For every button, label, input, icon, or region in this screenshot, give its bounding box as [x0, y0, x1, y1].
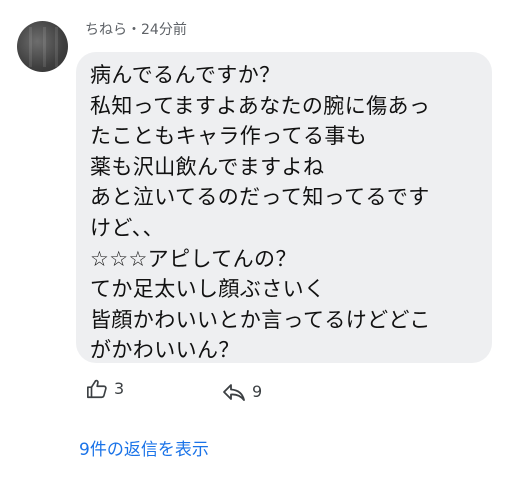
comment-body: 病んでるんですか？ 私知ってますよあなたの腕に傷あっ たこともキャラ作ってる事も… [90, 63, 431, 363]
reply-arrow-icon [223, 384, 245, 401]
avatar-texture [43, 27, 46, 67]
avatar-texture [55, 27, 58, 67]
like-count: 3 [114, 379, 125, 398]
meta-separator: ・ [127, 22, 141, 38]
avatar-texture [29, 27, 32, 67]
comment-meta: ちねら・24分前 [85, 20, 187, 40]
like-button[interactable]: 3 [86, 378, 124, 400]
reply-count: 9 [252, 382, 263, 401]
comment-bubble: 病んでるんですか？ 私知ってますよあなたの腕に傷あっ たこともキャラ作ってる事も… [76, 52, 492, 363]
author-name[interactable]: ちねら [85, 22, 127, 38]
avatar[interactable] [17, 21, 68, 72]
view-replies-link[interactable]: 9件の返信を表示 [79, 438, 209, 462]
timestamp: 24分前 [141, 22, 187, 38]
reply-button[interactable]: 9 [222, 382, 262, 402]
thumbs-up-icon [87, 379, 107, 399]
